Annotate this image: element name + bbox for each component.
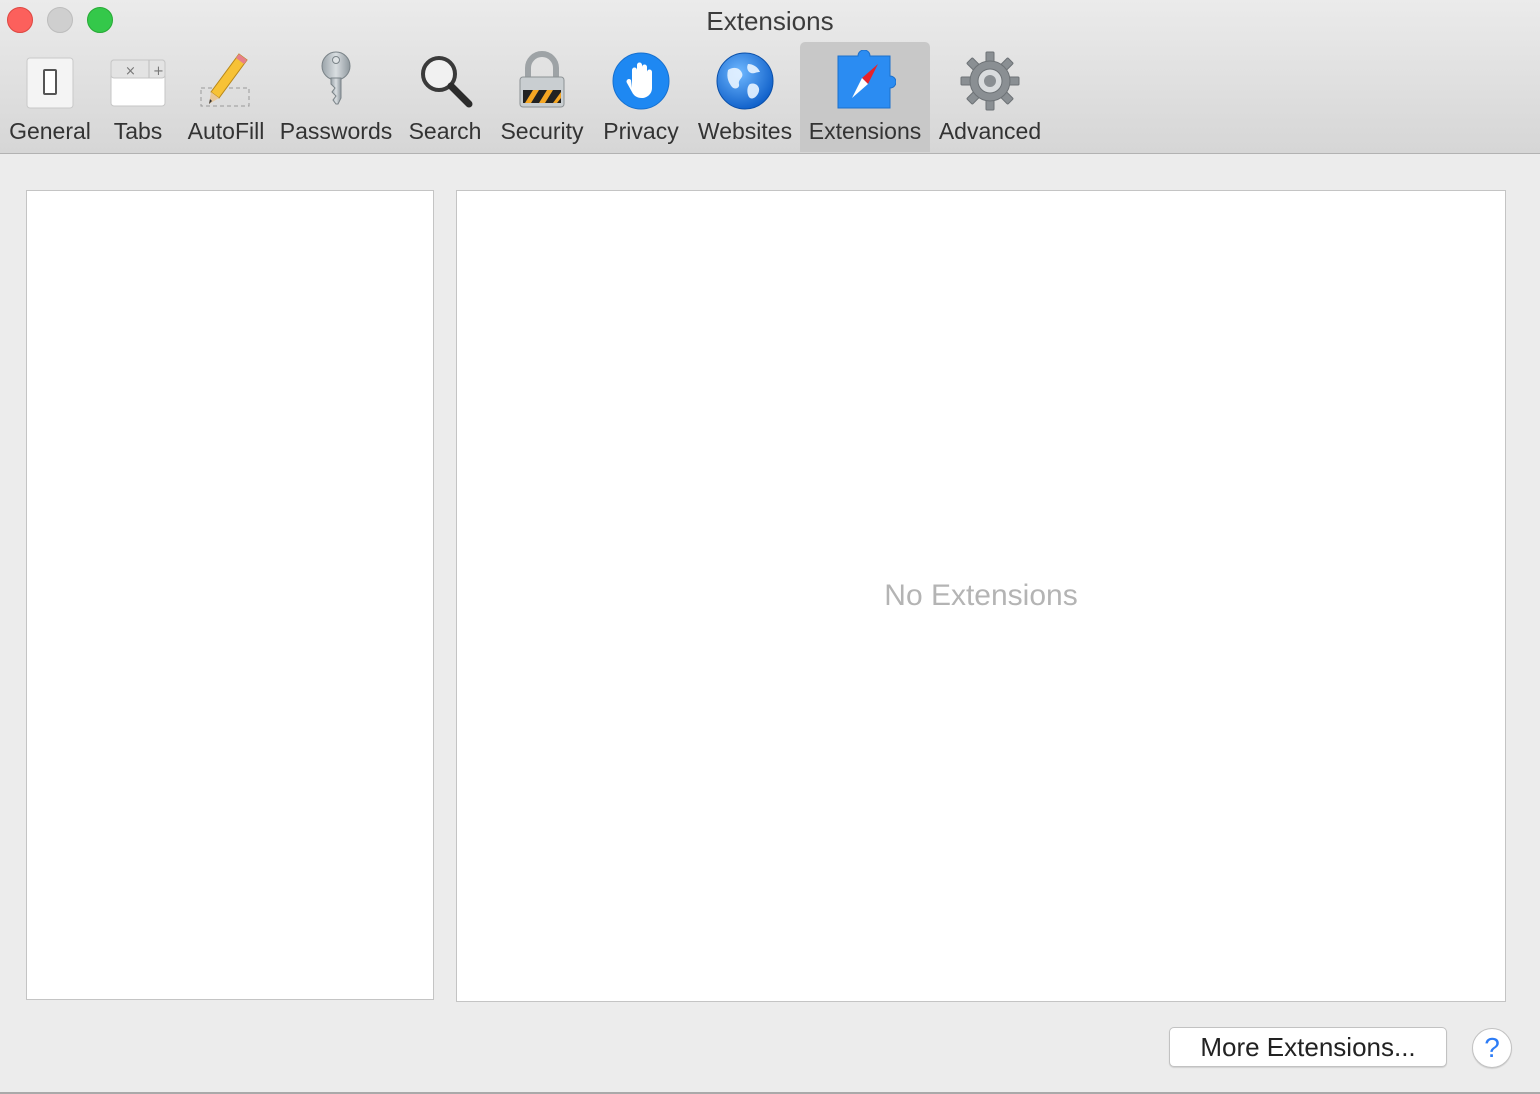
tab-label: Websites [697,118,793,144]
tab-websites[interactable]: Websites [692,42,798,152]
tab-advanced[interactable]: Advanced [934,42,1046,152]
gear-icon [960,51,1020,111]
window-title: Extensions [706,6,834,36]
tab-label: Passwords [279,118,393,144]
tab-label: Advanced [938,118,1042,144]
empty-state-message: No Extensions [884,579,1078,612]
tab-extensions[interactable]: Extensions [800,42,930,152]
pencil-icon [200,53,250,107]
tab-label: Extensions [808,118,922,144]
hand-icon [612,52,670,110]
tab-label: Security [500,118,584,144]
magnifier-icon [421,56,473,108]
general-switch-icon [26,57,74,109]
tab-passwords[interactable]: Passwords [276,42,396,152]
title-bar: Extensions General × + Tabs AutoFill Pas… [0,0,1540,154]
tab-security[interactable]: Security [494,42,590,152]
svg-text:+: + [153,64,164,79]
tab-tabs[interactable]: × + Tabs [100,42,176,152]
padlock-icon [519,51,565,108]
tab-label: Tabs [113,118,163,144]
globe-icon [716,52,774,110]
tab-autofill[interactable]: AutoFill [180,42,272,152]
tabs-icon: × + [110,59,166,107]
tab-label: Search [408,118,482,144]
tab-search[interactable]: Search [400,42,490,152]
help-button[interactable]: ? [1472,1028,1512,1068]
tab-label: General [9,118,91,144]
extension-detail-pane: No Extensions [456,190,1506,1002]
extensions-list[interactable] [26,190,434,1000]
tab-general[interactable]: General [4,42,96,152]
tab-privacy[interactable]: Privacy [596,42,686,152]
safari-preferences-window: Extensions General × + Tabs AutoFill Pas… [0,0,1540,1094]
tab-label: Privacy [603,118,679,144]
svg-text:×: × [125,64,136,79]
compass-puzzle-icon [837,50,896,109]
more-extensions-button[interactable]: More Extensions... [1169,1027,1447,1067]
key-icon [321,51,351,105]
tab-label: AutoFill [187,118,265,144]
